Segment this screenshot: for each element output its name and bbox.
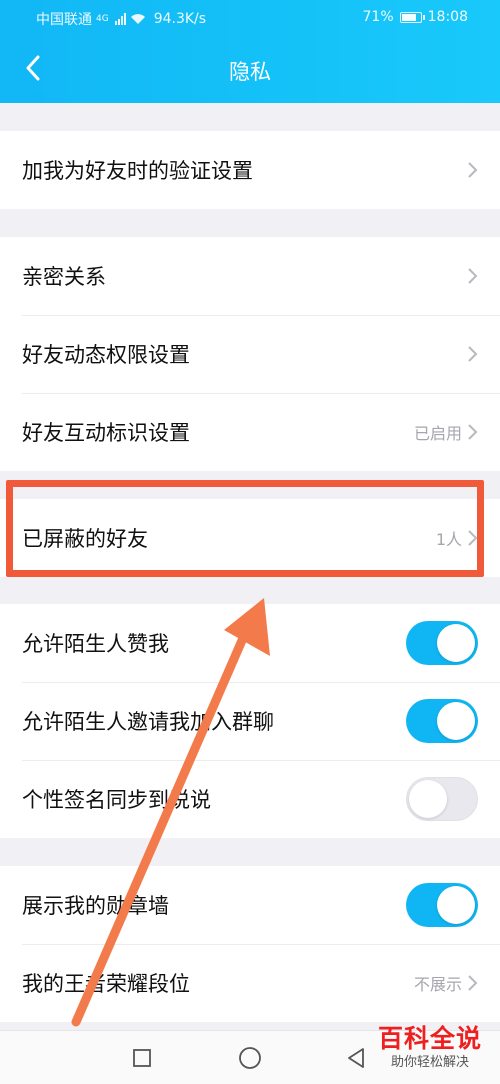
row-label: 好友动态权限设置 xyxy=(22,343,190,367)
settings-row-medal-wall: 展示我的勋章墙 xyxy=(0,866,500,944)
battery-icon xyxy=(399,11,425,23)
settings-row-stranger-invite: 允许陌生人邀请我加入群聊 xyxy=(0,682,500,760)
settings-row-verification[interactable]: 加我为好友时的验证设置 xyxy=(0,131,500,209)
settings-row-stranger-like: 允许陌生人赞我 xyxy=(0,604,500,682)
page-title: 隐私 xyxy=(229,60,271,84)
signal-icon xyxy=(114,13,126,25)
row-label: 允许陌生人赞我 xyxy=(22,632,169,656)
circle-icon xyxy=(239,1047,261,1069)
row-value: 已启用 xyxy=(413,424,462,443)
toggle-switch[interactable] xyxy=(406,777,478,821)
triangle-back-icon xyxy=(348,1048,364,1068)
settings-group-display: 展示我的勋章墙 我的王者荣耀段位 不展示 xyxy=(0,866,500,1022)
battery-percent: 71% xyxy=(362,9,394,25)
chevron-right-icon xyxy=(468,162,478,178)
toggle-switch[interactable] xyxy=(406,883,478,927)
watermark-main: 百科全说 xyxy=(377,1024,482,1053)
carrier-name: 中国联通 xyxy=(36,12,92,28)
settings-group-friends: 亲密关系 好友动态权限设置 好友互动标识设置 已启用 xyxy=(0,237,500,471)
row-label: 展示我的勋章墙 xyxy=(22,894,169,918)
row-label: 亲密关系 xyxy=(22,265,106,289)
network-type: 4G xyxy=(96,14,109,24)
network-speed: 94.3K/s xyxy=(153,11,207,27)
settings-row-game-rank[interactable]: 我的王者荣耀段位 不展示 xyxy=(0,944,500,1022)
row-label: 加我为好友时的验证设置 xyxy=(22,159,253,183)
row-value: 不展示 xyxy=(413,975,462,994)
back-nav-button[interactable] xyxy=(343,1045,369,1071)
chevron-right-icon xyxy=(468,424,478,440)
status-bar: 中国联通 4G 94.3K/s 71% 18:08 xyxy=(0,0,500,34)
row-label: 个性签名同步到说说 xyxy=(22,788,211,812)
wifi-icon xyxy=(130,14,145,24)
watermark-sub: 助你轻松解决 xyxy=(390,1055,469,1070)
settings-row-moments-permission[interactable]: 好友动态权限设置 xyxy=(0,315,500,393)
settings-group-verify: 加我为好友时的验证设置 xyxy=(0,131,500,209)
watermark-logo: 百科全说 助你轻松解决 xyxy=(374,1024,486,1072)
toggle-switch[interactable] xyxy=(406,621,478,665)
toggle-switch[interactable] xyxy=(406,699,478,743)
row-label: 好友互动标识设置 xyxy=(22,421,190,445)
home-button[interactable] xyxy=(237,1045,263,1071)
highlight-box xyxy=(6,480,484,577)
chevron-right-icon xyxy=(468,346,478,362)
square-icon xyxy=(133,1049,151,1067)
row-label: 我的王者荣耀段位 xyxy=(22,972,190,996)
settings-row-intimate[interactable]: 亲密关系 xyxy=(0,237,500,315)
settings-group-strangers: 允许陌生人赞我 允许陌生人邀请我加入群聊 个性签名同步到说说 xyxy=(0,604,500,838)
chevron-right-icon xyxy=(468,268,478,284)
chevron-right-icon xyxy=(468,975,478,991)
settings-row-signature-sync: 个性签名同步到说说 xyxy=(0,760,500,838)
clock: 18:08 xyxy=(427,9,468,25)
header-bar: 中国联通 4G 94.3K/s 71% 18:08 隐私 xyxy=(0,0,500,103)
recent-apps-button[interactable] xyxy=(129,1045,155,1071)
settings-row-interaction-mark[interactable]: 好友互动标识设置 已启用 xyxy=(0,393,500,471)
row-label: 允许陌生人邀请我加入群聊 xyxy=(22,710,274,734)
